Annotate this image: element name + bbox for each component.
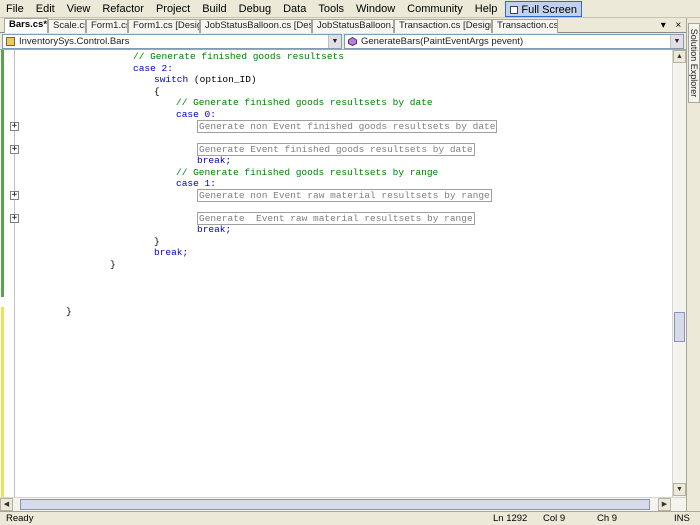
full-screen-icon: [510, 5, 519, 14]
class-icon: [6, 37, 15, 46]
code-comment: // Generate finished goods resultsets: [133, 51, 344, 62]
tab-form1-design[interactable]: Form1.cs [Design]: [128, 19, 200, 33]
code-break: break;: [197, 155, 232, 166]
scroll-down-icon[interactable]: ▼: [673, 483, 686, 496]
code-break: break;: [154, 247, 189, 258]
tab-scale-cs[interactable]: Scale.cs: [48, 19, 86, 33]
saved-changes-bar: [1, 50, 4, 297]
menu-refactor[interactable]: Refactor: [96, 1, 150, 17]
full-screen-label: Full Screen: [521, 3, 578, 16]
full-screen-button[interactable]: Full Screen: [505, 0, 583, 17]
method-icon: [348, 37, 357, 46]
unsaved-changes-bar: [1, 307, 4, 497]
menu-project[interactable]: Project: [150, 1, 196, 17]
right-dock-panel: Solution Explorer: [686, 18, 700, 511]
horizontal-scroll-thumb[interactable]: [20, 499, 650, 510]
outline-guide: [14, 50, 15, 497]
code-brace: }: [66, 306, 72, 317]
code-brace: {: [154, 86, 160, 97]
collapsed-region[interactable]: Generate Event raw material resultsets b…: [197, 212, 475, 225]
menu-community[interactable]: Community: [401, 1, 469, 17]
menu-file[interactable]: File: [0, 1, 30, 17]
code-break: break;: [197, 224, 232, 235]
region-expand-icon[interactable]: +: [10, 214, 19, 223]
type-dropdown[interactable]: InventorySys.Control.Bars ▼: [2, 34, 342, 49]
member-dropdown[interactable]: GenerateBars(PaintEventArgs pevent) ▼: [344, 34, 684, 49]
menu-view[interactable]: View: [61, 1, 97, 17]
collapsed-region[interactable]: Generate non Event finished goods result…: [197, 120, 498, 133]
status-insert-mode: INS: [674, 513, 690, 524]
collapsed-region[interactable]: Generate non Event raw material resultse…: [197, 189, 492, 202]
tab-dropdown-icon[interactable]: ▾: [661, 20, 666, 31]
region-expand-icon[interactable]: +: [10, 145, 19, 154]
document-tab-strip: Bars.cs* Scale.cs Form1.cs Form1.cs [Des…: [0, 18, 686, 33]
type-dropdown-value: InventorySys.Control.Bars: [19, 36, 130, 47]
tab-jobstatusballoon-design[interactable]: JobStatusBalloon.cs [Design]: [200, 19, 312, 33]
scroll-left-icon[interactable]: ◀: [0, 498, 13, 511]
menu-help[interactable]: Help: [469, 1, 504, 17]
collapsed-region[interactable]: Generate Event finished goods resultsets…: [197, 143, 475, 156]
code-keyword: switch: [154, 74, 189, 85]
menu-tools[interactable]: Tools: [312, 1, 350, 17]
solution-explorer-label: Solution Explorer: [689, 28, 699, 98]
tab-transaction-design[interactable]: Transaction.cs [Design]: [394, 19, 492, 33]
member-dropdown-value: GenerateBars(PaintEventArgs pevent): [361, 36, 524, 47]
tab-jobstatusballoon-cs[interactable]: JobStatusBalloon.cs: [312, 19, 394, 33]
editor-gutter: + + + +: [0, 50, 20, 497]
code-brace: }: [110, 259, 116, 270]
vertical-scroll-thumb[interactable]: [674, 312, 685, 342]
menu-bar: File Edit View Refactor Project Build De…: [0, 0, 700, 18]
status-line: Ln 1292: [493, 513, 528, 524]
tab-controls: ▾ ×: [656, 18, 686, 33]
scroll-right-icon[interactable]: ▶: [658, 498, 671, 511]
tab-bars-cs[interactable]: Bars.cs*: [4, 18, 48, 33]
region-expand-icon[interactable]: +: [10, 122, 19, 131]
tab-close-icon[interactable]: ×: [675, 20, 681, 31]
menu-edit[interactable]: Edit: [30, 1, 61, 17]
menu-window[interactable]: Window: [350, 1, 401, 17]
menu-debug[interactable]: Debug: [233, 1, 277, 17]
type-dropdown-arrow-icon[interactable]: ▼: [328, 35, 341, 48]
status-ready: Ready: [6, 513, 34, 524]
member-dropdown-arrow-icon[interactable]: ▼: [670, 35, 683, 48]
tab-form1-cs[interactable]: Form1.cs: [86, 19, 128, 33]
code-editor[interactable]: + + + + // Generate finished goods resul…: [0, 50, 672, 497]
status-bar: Ready Ln 1292 Col 9 Ch 9 INS: [0, 511, 700, 525]
tab-transaction-cs[interactable]: Transaction.cs: [492, 19, 558, 33]
menu-build[interactable]: Build: [196, 1, 232, 17]
code-comment: // Generate finished goods resultsets by…: [176, 97, 433, 108]
code-text: (option_ID): [188, 74, 257, 85]
status-column: Col 9: [543, 513, 566, 524]
status-char: Ch 9: [597, 513, 618, 524]
region-expand-icon[interactable]: +: [10, 191, 19, 200]
horizontal-scrollbar[interactable]: ◀ ▶: [0, 497, 686, 511]
vertical-scrollbar[interactable]: ▲ ▼: [672, 50, 686, 497]
code-switch-line: switch (option_ID): [154, 74, 257, 86]
code-navigation-bar: InventorySys.Control.Bars ▼ GenerateBars…: [0, 33, 686, 50]
scroll-up-icon[interactable]: ▲: [673, 50, 686, 63]
menu-data[interactable]: Data: [277, 1, 312, 17]
solution-explorer-tab[interactable]: Solution Explorer: [688, 23, 700, 103]
